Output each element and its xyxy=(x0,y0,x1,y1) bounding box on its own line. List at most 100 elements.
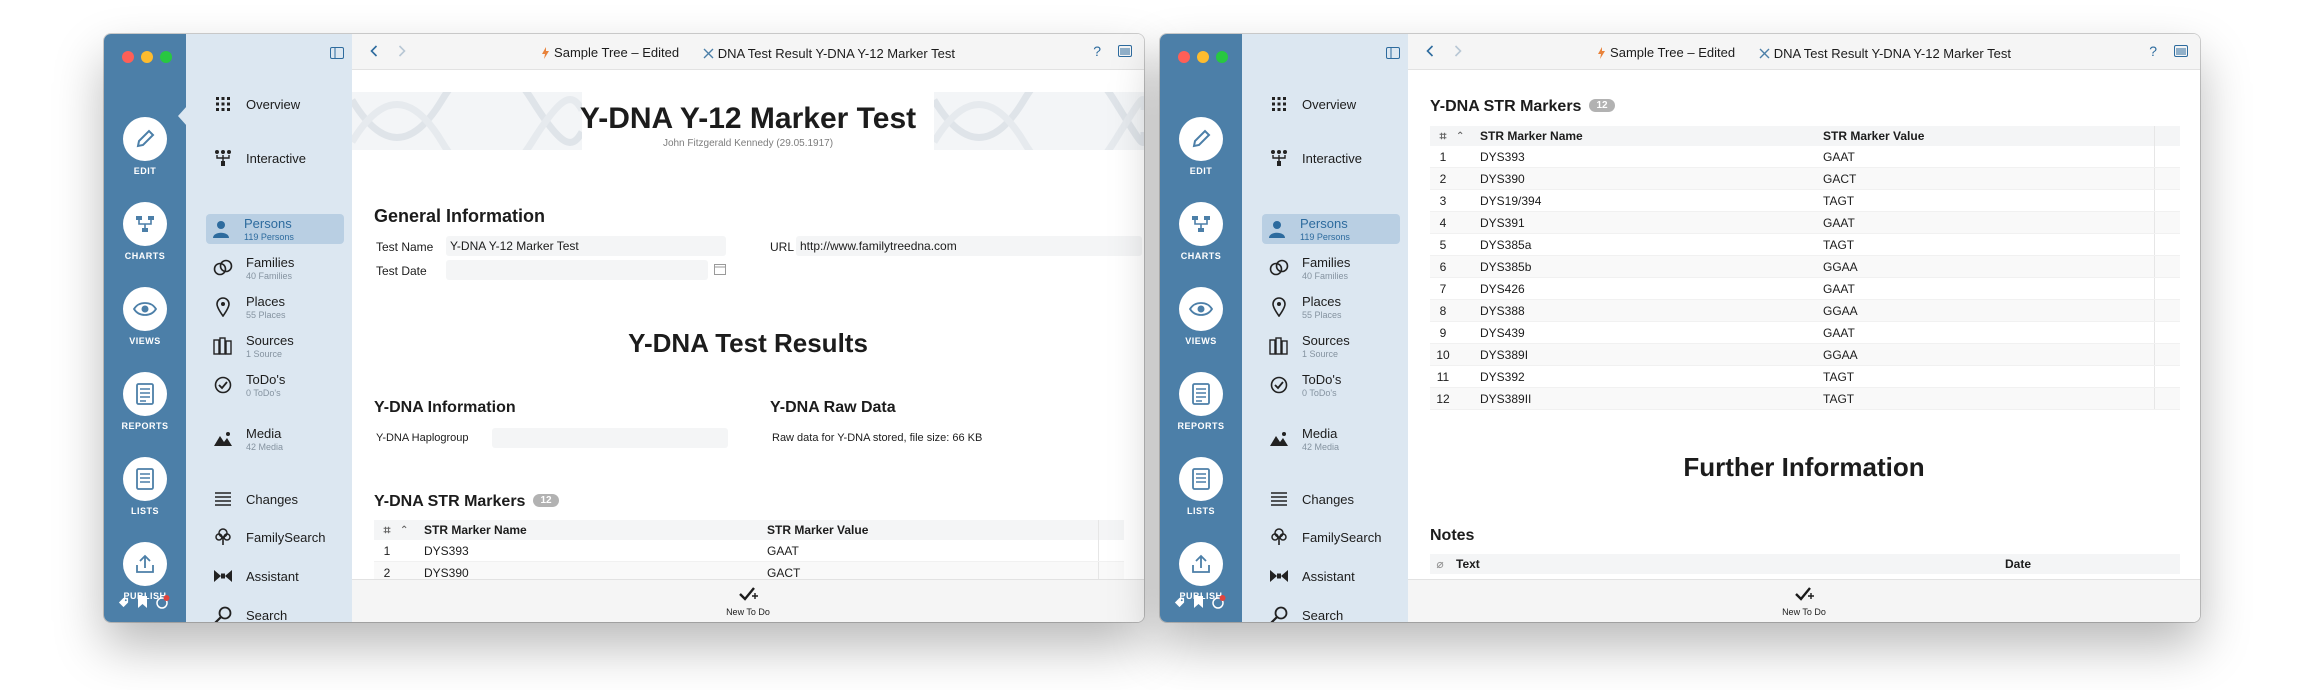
sidebar-item-familysearch[interactable]: FamilySearch xyxy=(1264,522,1400,552)
sidebar-item-overview[interactable]: Overview xyxy=(1264,89,1400,119)
column-str-name[interactable]: STR Marker Name xyxy=(1472,129,1815,143)
sidebar-item-search[interactable]: Search xyxy=(208,600,344,622)
tag-icon[interactable] xyxy=(118,597,129,608)
sidebar-item-todo-s[interactable]: ToDo's 0 ToDo's xyxy=(1264,370,1400,400)
mode-publish-button[interactable]: PUBLISH xyxy=(1160,542,1242,601)
close-window-button[interactable] xyxy=(1178,51,1190,63)
table-row[interactable]: 12 DYS389II TAGT xyxy=(1430,388,2180,410)
table-row[interactable]: 4 DYS391 GAAT xyxy=(1430,212,2180,234)
column-str-value[interactable]: STR Marker Value xyxy=(1815,129,2154,143)
table-row[interactable]: 8 DYS388 GGAA xyxy=(1430,300,2180,322)
mode-publish-button[interactable]: PUBLISH xyxy=(104,542,186,601)
sidebar-toggle-icon[interactable] xyxy=(1386,47,1400,59)
mode-views-button[interactable]: VIEWS xyxy=(104,287,186,346)
row-number-column-icon[interactable]: ⌗ xyxy=(1430,129,1456,144)
column-str-value[interactable]: STR Marker Value xyxy=(759,523,1098,537)
str-count-badge: 12 xyxy=(533,494,559,507)
notifications-icon[interactable] xyxy=(156,595,170,609)
column-note-text[interactable]: Text xyxy=(1450,557,2005,571)
sidebar-item-persons[interactable]: Persons 119 Persons xyxy=(1262,214,1400,244)
help-button[interactable]: ? xyxy=(1093,43,1101,59)
sidebar-item-interactive[interactable]: Interactive xyxy=(1264,143,1400,173)
table-row[interactable]: 7 DYS426 GAAT xyxy=(1430,278,2180,300)
tag-icon[interactable] xyxy=(1174,597,1185,608)
sidebar-toggle-icon[interactable] xyxy=(330,47,344,59)
table-row[interactable]: 6 DYS385b GGAA xyxy=(1430,256,2180,278)
breadcrumb-dna-test[interactable]: DNA Test Result Y-DNA Y-12 Marker Test xyxy=(703,46,955,61)
sort-ascending-icon[interactable]: ⌃ xyxy=(400,525,416,536)
sidebar-item-persons[interactable]: Persons 119 Persons xyxy=(206,214,344,244)
haplogroup-field[interactable] xyxy=(492,428,728,448)
minimize-window-button[interactable] xyxy=(141,51,153,63)
zoom-window-button[interactable] xyxy=(1216,51,1228,63)
sidebar-item-places[interactable]: Places 55 Places xyxy=(1264,292,1400,322)
sidebar-item-media[interactable]: Media 42 Media xyxy=(1264,424,1400,454)
mode-edit-button[interactable]: EDIT xyxy=(1160,117,1242,176)
mode-charts-button[interactable]: CHARTS xyxy=(1160,202,1242,261)
mode-reports-button[interactable]: REPORTS xyxy=(104,372,186,431)
notifications-icon[interactable] xyxy=(1212,595,1226,609)
column-str-name[interactable]: STR Marker Name xyxy=(416,523,759,537)
sidebar-item-assistant[interactable]: Assistant xyxy=(1264,561,1400,591)
url-field[interactable]: http://www.familytreedna.com xyxy=(796,236,1142,256)
mode-label: REPORTS xyxy=(121,421,169,431)
window-layout-icon[interactable] xyxy=(1118,45,1132,57)
sidebar-item-todo-s[interactable]: ToDo's 0 ToDo's xyxy=(208,370,344,400)
mode-edit-button[interactable]: EDIT xyxy=(104,117,186,176)
table-row[interactable]: 3 DYS19/394 TAGT xyxy=(1430,190,2180,212)
sidebar-item-search[interactable]: Search xyxy=(1264,600,1400,622)
sidebar-item-sources[interactable]: Sources 1 Source xyxy=(208,331,344,361)
sort-ascending-icon[interactable]: ⌃ xyxy=(1456,131,1472,142)
table-row[interactable]: 5 DYS385a TAGT xyxy=(1430,234,2180,256)
table-row[interactable]: 2 DYS390 GACT xyxy=(1430,168,2180,190)
calendar-icon[interactable] xyxy=(714,263,726,275)
sidebar-item-overview[interactable]: Overview xyxy=(208,89,344,119)
help-button[interactable]: ? xyxy=(2149,43,2157,59)
sidebar-item-assistant[interactable]: Assistant xyxy=(208,561,344,591)
table-row[interactable]: 1 DYS393 GAAT xyxy=(374,540,1124,562)
sidebar-item-count: 0 ToDo's xyxy=(1302,388,1337,398)
mode-reports-button[interactable]: REPORTS xyxy=(1160,372,1242,431)
notes-table-header: ⌀ Text Date xyxy=(1430,554,2180,574)
breadcrumb-dna-label: DNA Test Result Y-DNA Y-12 Marker Test xyxy=(1773,45,2011,61)
table-row[interactable]: 9 DYS439 GAAT xyxy=(1430,322,2180,344)
row-number-column-icon[interactable]: ⌗ xyxy=(374,523,400,538)
row-number: 8 xyxy=(1439,303,1447,318)
table-row[interactable]: 10 DYS389I GGAA xyxy=(1430,344,2180,366)
bookmark-icon[interactable] xyxy=(138,596,147,608)
sidebar-item-media[interactable]: Media 42 Media xyxy=(208,424,344,454)
window-layout-icon[interactable] xyxy=(2174,45,2188,57)
breadcrumb-tree[interactable]: Sample Tree – Edited xyxy=(1597,45,1735,60)
sidebar-item-changes[interactable]: Changes xyxy=(208,484,344,514)
bookmark-icon[interactable] xyxy=(1194,596,1203,608)
close-window-button[interactable] xyxy=(122,51,134,63)
test-name-field[interactable]: Y-DNA Y-12 Marker Test xyxy=(446,236,726,256)
sidebar-item-label: Overview xyxy=(246,96,301,112)
zoom-window-button[interactable] xyxy=(160,51,172,63)
mode-charts-button[interactable]: CHARTS xyxy=(104,202,186,261)
sidebar-item-families[interactable]: Families 40 Families xyxy=(208,253,344,283)
notes-heading: Notes xyxy=(1430,527,1475,544)
new-todo-button[interactable]: New To Do xyxy=(726,586,770,617)
mode-views-button[interactable]: VIEWS xyxy=(1160,287,1242,346)
table-row[interactable]: 1 DYS393 GAAT xyxy=(1430,146,2180,168)
sidebar-item-familysearch[interactable]: FamilySearch xyxy=(208,522,344,552)
mode-lists-button[interactable]: LISTS xyxy=(1160,457,1242,516)
sidebar-item-interactive[interactable]: Interactive xyxy=(208,143,344,173)
main-content: Sample Tree – Edited DNA Test Result Y-D… xyxy=(352,34,1144,622)
row-number: 2 xyxy=(383,565,391,580)
sidebar-item-families[interactable]: Families 40 Families xyxy=(1264,253,1400,283)
table-row[interactable]: 11 DYS392 TAGT xyxy=(1430,366,2180,388)
mode-lists-button[interactable]: LISTS xyxy=(104,457,186,516)
new-todo-button[interactable]: New To Do xyxy=(1782,586,1826,617)
pin-icon xyxy=(212,296,234,318)
column-note-date[interactable]: Date xyxy=(2005,557,2180,571)
breadcrumb-tree[interactable]: Sample Tree – Edited xyxy=(541,45,679,60)
sidebar-item-changes[interactable]: Changes xyxy=(1264,484,1400,514)
sidebar-item-sources[interactable]: Sources 1 Source xyxy=(1264,331,1400,361)
minimize-window-button[interactable] xyxy=(1197,51,1209,63)
sidebar-item-places[interactable]: Places 55 Places xyxy=(208,292,344,322)
note-attachment-icon[interactable]: ⌀ xyxy=(1430,557,1450,571)
test-date-field[interactable] xyxy=(446,260,708,280)
breadcrumb-dna-test[interactable]: DNA Test Result Y-DNA Y-12 Marker Test xyxy=(1759,46,2011,61)
